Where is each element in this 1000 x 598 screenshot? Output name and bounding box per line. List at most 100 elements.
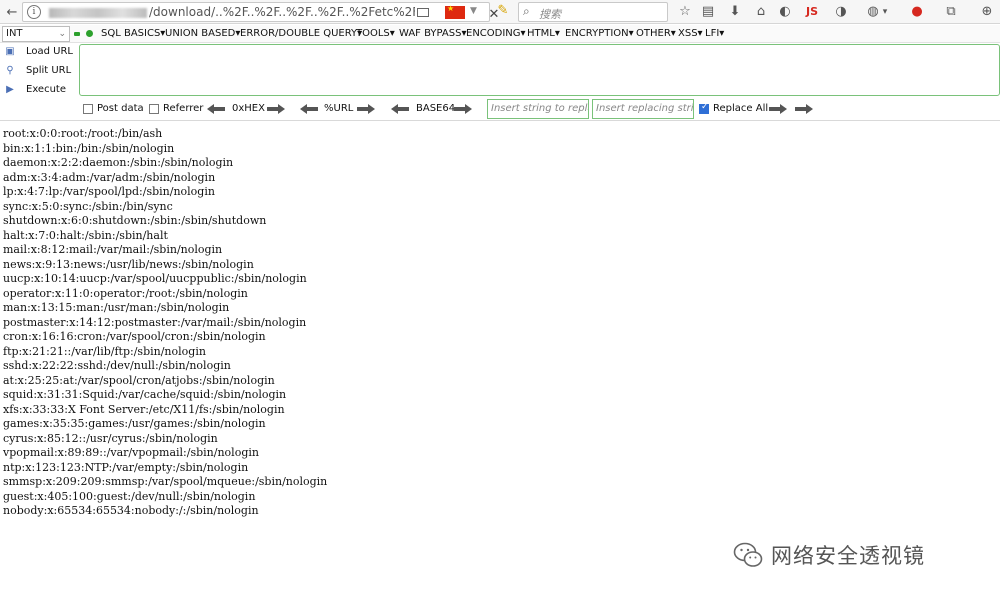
addon-pen-icon[interactable]: ✎ <box>494 3 512 21</box>
passwd-line: man:x:13:15:man:/usr/man:/sbin/nologin <box>3 301 230 314</box>
load-url-button[interactable]: ▣ Load URL <box>4 43 73 59</box>
passwd-line: lp:x:4:7:lp:/var/spool/lpd:/sbin/nologin <box>3 185 215 198</box>
passwd-line: squid:x:31:31:Squid:/var/cache/squid:/sb… <box>3 388 287 401</box>
url-dropdown-icon[interactable]: ▼ <box>470 6 477 16</box>
addon-globe-icon[interactable]: ◐ <box>776 3 794 21</box>
bookmark-star-icon[interactable]: ☆ <box>676 3 694 21</box>
passwd-line: postmaster:x:14:12:postmaster:/var/mail:… <box>3 315 307 329</box>
menu-encoding[interactable]: ENCODING▾ <box>466 28 526 39</box>
play-icon: ▶ <box>6 83 14 95</box>
navigation-bar: ← i /download/..%2F..%2F..%2F..%2F..%2Fe… <box>0 0 1000 24</box>
search-icon: ⌕ <box>523 4 530 18</box>
passwd-line: uucp:x:10:14:uucp:/var/spool/uucppublic:… <box>3 272 307 285</box>
replace-arrow-icon[interactable] <box>769 104 787 114</box>
referrer-label: Referrer <box>163 103 204 114</box>
post-data-label: Post data <box>97 103 144 114</box>
redacted-host <box>49 8 147 18</box>
watermark: 网络安全透视镜 <box>733 538 925 572</box>
url-encode-arrow-icon[interactable] <box>357 104 375 114</box>
passwd-line: xfs:x:33:33:X Font Server:/etc/X11/fs:/s… <box>3 402 285 416</box>
menu-encryption[interactable]: ENCRYPTION▾ <box>565 28 634 39</box>
passwd-line: guest:x:405:100:guest:/dev/null:/sbin/no… <box>3 489 256 503</box>
menu-xss[interactable]: XSS▾ <box>678 28 703 39</box>
replace-all-checkbox[interactable] <box>699 102 709 114</box>
url-textarea[interactable] <box>79 44 1000 96</box>
hackbar-panel: ▣ Load URL ⚲ Split URL ▶ Execute Post da… <box>0 43 1000 121</box>
passwd-line: ntp:x:123:123:NTP:/var/empty:/sbin/nolog… <box>3 460 249 474</box>
passwd-line: root:x:0:0:root:/root:/bin/ash <box>3 127 163 140</box>
base64-encode-arrow-icon[interactable] <box>454 104 472 114</box>
menu-other[interactable]: OTHER▾ <box>636 28 676 39</box>
passwd-line: cyrus:x:85:12::/usr/cyrus:/sbin/nologin <box>3 431 218 445</box>
menu-waf-bypass[interactable]: WAF BYPASS▾ <box>399 28 467 39</box>
window-icon[interactable]: ⧉ <box>942 3 960 21</box>
chevron-down-icon[interactable]: ▾ <box>880 3 890 21</box>
chevron-down-icon: ⌄ <box>58 29 66 39</box>
passwd-line: sshd:x:22:22:sshd:/dev/null:/sbin/nologi… <box>3 359 231 372</box>
passwd-line: operator:x:11:0:operator:/root:/sbin/nol… <box>3 286 248 300</box>
watermark-text: 网络安全透视镜 <box>771 544 925 568</box>
js-toggle-icon[interactable]: JS <box>803 3 821 21</box>
passwd-line: at:x:25:25:at:/var/spool/cron/atjobs:/sb… <box>3 373 275 387</box>
menu-union-based[interactable]: UNION BASED▾ <box>165 28 240 39</box>
execute-button[interactable]: ▶ Execute <box>4 81 66 97</box>
passwd-line: halt:x:7:0:halt:/sbin:/sbin/halt <box>3 228 168 242</box>
insert-replacing-input[interactable]: Insert replacing string <box>592 99 694 119</box>
options-row: Post data Referrer 0xHEX %URL BASE64 Ins… <box>0 99 1000 119</box>
base64-decode-arrow-icon[interactable] <box>391 104 409 114</box>
record-icon[interactable]: ● <box>908 3 926 21</box>
library-icon[interactable]: ▤ <box>699 3 717 21</box>
home-icon[interactable]: ⌂ <box>752 3 770 21</box>
reader-view-icon[interactable] <box>417 8 429 17</box>
status-dot-icon[interactable] <box>86 30 93 37</box>
base64-label: BASE64 <box>416 103 456 114</box>
menu-sql-basics[interactable]: SQL BASICS▾ <box>101 28 165 39</box>
referrer-checkbox[interactable] <box>149 104 159 114</box>
passwd-line: mail:x:8:12:mail:/var/mail:/sbin/nologin <box>3 243 223 256</box>
hex-encode-arrow-icon[interactable] <box>267 104 285 114</box>
post-data-checkbox[interactable] <box>83 104 93 114</box>
search-placeholder: 搜索 <box>539 8 561 21</box>
hex-label: 0xHEX <box>232 103 265 114</box>
page-content: root:x:0:0:root:/root:/bin/ash bin:x:1:1… <box>3 127 993 519</box>
menu-html[interactable]: HTML▾ <box>527 28 560 39</box>
passwd-line: games:x:35:35:games:/usr/games:/sbin/nol… <box>3 417 266 430</box>
passwd-line: ftp:x:21:21::/var/lib/ftp:/sbin/nologin <box>3 344 206 358</box>
hackbar-menu: INT ⌄ SQL BASICS▾ UNION BASED▾ ERROR/DOU… <box>0 25 1000 43</box>
china-flag-icon: ★ <box>445 4 465 19</box>
type-select-value: INT <box>6 28 23 39</box>
replace-back-arrow-icon[interactable] <box>795 104 813 114</box>
passwd-line: news:x:9:13:news:/usr/lib/news:/sbin/nol… <box>3 257 254 271</box>
menu-error-double-query[interactable]: ERROR/DOUBLE QUERY▾ <box>240 28 362 39</box>
passwd-line: smmsp:x:209:209:smmsp:/var/spool/mqueue:… <box>3 475 328 488</box>
zoom-icon[interactable]: ⊕ <box>978 3 996 21</box>
menu-tools[interactable]: TOOLS▾ <box>356 28 395 39</box>
insert-string-input[interactable]: Insert string to replace <box>487 99 589 119</box>
back-arrow-icon[interactable]: ← <box>3 3 21 21</box>
download-icon[interactable]: ⬇ <box>726 3 744 21</box>
load-icon: ▣ <box>5 45 15 57</box>
passwd-line: sync:x:5:0:sync:/sbin:/bin/sync <box>3 199 173 213</box>
url-encode-label: %URL <box>324 103 354 114</box>
addon-puzzle-icon[interactable]: ◑ <box>832 3 850 21</box>
address-bar[interactable]: i /download/..%2F..%2F..%2F..%2F..%2Fetc… <box>22 2 499 22</box>
minus-indicator-icon[interactable] <box>74 32 80 36</box>
passwd-line: vpopmail:x:89:89::/var/vpopmail:/sbin/no… <box>3 446 259 459</box>
site-info-icon[interactable]: i <box>27 5 41 19</box>
replace-all-label: Replace All <box>713 103 769 114</box>
menu-lfi[interactable]: LFI▾ <box>705 28 724 39</box>
passwd-line: nobody:x:65534:65534:nobody:/:/sbin/nolo… <box>3 504 259 517</box>
split-icon: ⚲ <box>6 64 14 76</box>
passwd-line: shutdown:x:6:0:shutdown:/sbin:/sbin/shut… <box>3 214 267 227</box>
url-text[interactable]: /download/..%2F..%2F..%2F..%2F..%2Fetc%2… <box>149 5 415 19</box>
wechat-icon <box>733 542 763 567</box>
type-select[interactable]: INT ⌄ <box>2 26 70 42</box>
passwd-line: bin:x:1:1:bin:/bin:/sbin/nologin <box>3 141 175 155</box>
search-box[interactable]: ⌕ 搜索 <box>518 2 668 22</box>
split-url-button[interactable]: ⚲ Split URL <box>4 62 71 78</box>
passwd-line: adm:x:3:4:adm:/var/adm:/sbin/nologin <box>3 170 216 184</box>
passwd-line: daemon:x:2:2:daemon:/sbin:/sbin/nologin <box>3 156 234 169</box>
passwd-line: cron:x:16:16:cron:/var/spool/cron:/sbin/… <box>3 330 266 343</box>
hex-decode-arrow-icon[interactable] <box>207 104 225 114</box>
url-decode-arrow-icon[interactable] <box>300 104 318 114</box>
